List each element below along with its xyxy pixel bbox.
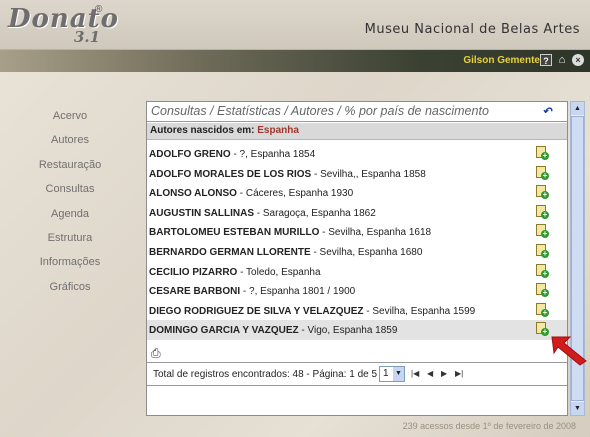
author-name[interactable]: ALONSO ALONSO — [149, 188, 237, 199]
author-detail: - Sevilha, Espanha 1618 — [319, 227, 432, 239]
prev-page-icon[interactable]: ◀ — [427, 369, 433, 378]
list-item[interactable]: BERNARDO GERMAN LLORENTE - Sevilha, Espa… — [147, 242, 567, 262]
add-document-icon[interactable]: + — [536, 185, 549, 200]
sidebar-item-estrutura[interactable]: Estrutura — [10, 230, 130, 254]
scroll-up-icon[interactable]: ▲ — [571, 102, 584, 115]
author-name[interactable]: CESARE BARBONI — [149, 286, 240, 297]
author-name[interactable]: ADOLFO MORALES DE LOS RIOS — [149, 169, 311, 180]
author-detail: - ?, Espanha 1801 / 1900 — [240, 286, 356, 298]
back-icon[interactable]: ↶ — [537, 105, 557, 119]
add-document-icon[interactable]: + — [536, 243, 549, 258]
pagination-text: Total de registros encontrados: 48 - Pág… — [153, 369, 378, 380]
add-document-icon[interactable]: + — [536, 302, 549, 317]
filter-label: Autores nascidos em: — [150, 125, 255, 136]
last-page-icon[interactable]: ▶| — [455, 369, 463, 378]
sidebar-item-graficos[interactable]: Gráficos — [10, 279, 130, 303]
add-document-icon[interactable]: + — [536, 146, 549, 160]
add-document-icon[interactable]: + — [536, 263, 549, 278]
add-document-icon[interactable]: + — [536, 283, 549, 298]
next-page-icon[interactable]: ▶ — [441, 369, 447, 378]
home-icon[interactable]: ⌂ — [556, 54, 568, 66]
author-name[interactable]: BARTOLOMEU ESTEBAN MURILLO — [149, 227, 319, 238]
author-detail: - Sevilha, Espanha 1680 — [310, 246, 423, 258]
list-item[interactable]: DOMINGO GARCIA Y VAZQUEZ - Vigo, Espanha… — [147, 320, 567, 340]
red-arrow-icon — [551, 336, 587, 366]
first-page-icon[interactable]: |◀ — [411, 369, 419, 378]
author-detail: - Sevilha,, Espanha 1858 — [311, 168, 426, 180]
add-document-icon[interactable]: + — [536, 204, 549, 219]
add-document-icon[interactable]: + — [536, 322, 549, 337]
sidebar-item-consultas[interactable]: Consultas — [10, 181, 130, 205]
sidebar-item-restauracao[interactable]: Restauração — [10, 157, 130, 181]
author-name[interactable]: CECILIO PIZARRO — [149, 267, 237, 278]
pagination-bar: Total de registros encontrados: 48 - Pág… — [147, 362, 567, 386]
print-icon[interactable]: ⎙ — [151, 346, 165, 360]
scroll-down-icon[interactable]: ▼ — [571, 402, 584, 415]
author-name[interactable]: AUGUSTIN SALLINAS — [149, 208, 254, 219]
sidebar: Acervo Autores Restauração Consultas Age… — [10, 108, 130, 303]
list-item[interactable]: CECILIO PIZARRO - Toledo, Espanha + — [147, 262, 567, 282]
list-item[interactable]: DIEGO RODRIGUEZ DE SILVA Y VELAZQUEZ - S… — [147, 301, 567, 321]
sidebar-item-acervo[interactable]: Acervo — [10, 108, 130, 132]
author-name[interactable]: DOMINGO GARCIA Y VAZQUEZ — [149, 325, 299, 336]
sidebar-item-agenda[interactable]: Agenda — [10, 206, 130, 230]
author-detail: - Sevilha, Espanha 1599 — [363, 305, 476, 317]
username: Gilson Gemente — [463, 55, 540, 66]
add-document-icon[interactable]: + — [536, 165, 549, 180]
filter-country: Espanha — [257, 125, 299, 136]
close-icon[interactable]: × — [572, 54, 584, 66]
author-name[interactable]: DIEGO RODRIGUEZ DE SILVA Y VELAZQUEZ — [149, 306, 363, 317]
page-title: Consultas / Estatísticas / Autores / % p… — [147, 102, 567, 122]
list-item[interactable]: AUGUSTIN SALLINAS - Saragoça, Espanha 18… — [147, 203, 567, 223]
filter-header: Autores nascidos em: Espanha — [147, 123, 567, 140]
author-name[interactable]: ADOLFO GRENO — [149, 149, 231, 160]
chevron-down-icon: ▼ — [393, 367, 404, 381]
access-counter: 239 acessos desde 1º de fevereiro de 200… — [402, 421, 576, 431]
page-select[interactable]: 1 ▼ — [379, 366, 405, 382]
sidebar-item-informacoes[interactable]: Informações — [10, 254, 130, 278]
page-select-value: 1 — [383, 368, 389, 379]
content-panel: Consultas / Estatísticas / Autores / % p… — [146, 101, 568, 416]
museum-name: Museu Nacional de Belas Artes — [364, 22, 580, 37]
author-detail: - Vigo, Espanha 1859 — [298, 325, 398, 337]
logo-version: 3.1 — [74, 28, 101, 46]
app-header: Donato 3.1 ® Museu Nacional de Belas Art… — [0, 0, 590, 50]
scrollbar[interactable]: ▲ ▼ — [570, 101, 585, 416]
author-detail: - ?, Espanha 1854 — [230, 149, 316, 160]
breadcrumb: Consultas / Estatísticas / Autores / % p… — [151, 104, 489, 118]
registered-mark: ® — [95, 4, 103, 15]
author-detail: - Toledo, Espanha — [237, 266, 321, 278]
list-item[interactable]: ALONSO ALONSO - Cáceres, Espanha 1930 + — [147, 183, 567, 203]
list-item[interactable]: ADOLFO GRENO - ?, Espanha 1854 + — [147, 144, 567, 164]
list-item[interactable]: ADOLFO MORALES DE LOS RIOS - Sevilha,, E… — [147, 164, 567, 184]
list-item[interactable]: CESARE BARBONI - ?, Espanha 1801 / 1900 + — [147, 281, 567, 301]
author-name[interactable]: BERNARDO GERMAN LLORENTE — [149, 247, 311, 258]
author-list: ADOLFO GRENO - ?, Espanha 1854 + ADOLFO MO… — [147, 144, 567, 340]
user-bar: Gilson Gemente ? ⌂ × — [0, 50, 590, 72]
author-detail: - Saragoça, Espanha 1862 — [254, 207, 376, 219]
author-detail: - Cáceres, Espanha 1930 — [236, 188, 354, 200]
add-document-icon[interactable]: + — [536, 224, 549, 239]
sidebar-item-autores[interactable]: Autores — [10, 132, 130, 156]
help-icon[interactable]: ? — [540, 54, 552, 66]
list-item[interactable]: BARTOLOMEU ESTEBAN MURILLO - Sevilha, Es… — [147, 222, 567, 242]
